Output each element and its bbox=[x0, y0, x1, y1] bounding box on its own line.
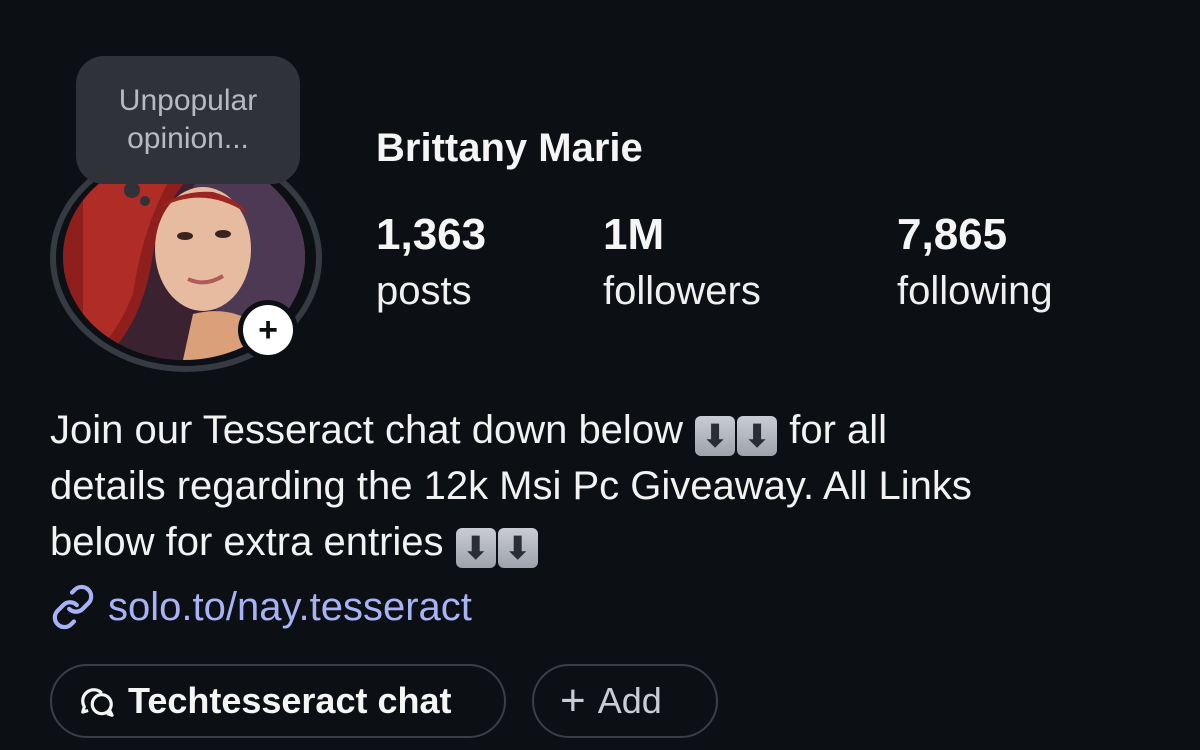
posts-label: posts bbox=[376, 269, 472, 313]
posts-count: 1,363 bbox=[376, 210, 487, 259]
down-arrow-emoji-icon: ⬇ bbox=[497, 528, 538, 568]
stat-posts[interactable]: 1,363 posts bbox=[376, 208, 486, 320]
down-arrow-emoji-icon: ⬇ bbox=[737, 416, 778, 456]
link-icon bbox=[50, 584, 96, 630]
stat-following[interactable]: 7,865 following bbox=[897, 208, 1053, 320]
following-label: following bbox=[897, 269, 1053, 313]
bio-line-3-text: below for extra entries bbox=[50, 520, 444, 564]
chat-channel-label: Techtesseract chat bbox=[128, 680, 452, 721]
bio-line-1-after: for all bbox=[789, 408, 888, 452]
profile-page: + Unpopular opinion... Brittany Marie 1,… bbox=[0, 0, 1200, 750]
chat-channel-button[interactable]: Techtesseract chat bbox=[50, 664, 506, 738]
followers-count: 1M bbox=[603, 210, 665, 259]
down-arrow-emoji-icon: ⬇ bbox=[695, 416, 736, 456]
add-button[interactable]: + Add bbox=[532, 664, 718, 738]
stat-followers[interactable]: 1M followers bbox=[603, 208, 761, 320]
followers-label: followers bbox=[603, 269, 761, 313]
profile-note[interactable]: Unpopular opinion... bbox=[76, 56, 300, 184]
add-button-label: Add bbox=[597, 680, 662, 721]
bio-line-3: below for extra entries ⬇ ⬇ bbox=[50, 514, 1150, 570]
bio-line-1-text: Join our Tesseract chat down below bbox=[50, 408, 683, 452]
note-bubble-tail-small bbox=[140, 196, 150, 206]
add-story-button[interactable]: + bbox=[238, 300, 298, 360]
plus-icon: + bbox=[243, 305, 293, 355]
chat-bubbles-icon bbox=[78, 682, 116, 720]
following-count: 7,865 bbox=[897, 210, 1008, 259]
plus-icon: + bbox=[560, 676, 586, 725]
note-bubble-tail bbox=[124, 182, 140, 198]
bio-line-1: Join our Tesseract chat down below ⬇ ⬇ fo… bbox=[50, 402, 1150, 458]
profile-note-text: Unpopular opinion... bbox=[118, 84, 258, 155]
profile-name: Brittany Marie bbox=[376, 126, 643, 170]
profile-link[interactable]: solo.to/nay.tesseract bbox=[50, 584, 472, 630]
profile-bio: Join our Tesseract chat down below ⬇ ⬇ fo… bbox=[50, 402, 1150, 570]
bio-line-2: details regarding the 12k Msi Pc Giveawa… bbox=[50, 464, 972, 508]
down-arrow-emoji-icon: ⬇ bbox=[455, 528, 496, 568]
profile-link-text: solo.to/nay.tesseract bbox=[108, 584, 472, 629]
